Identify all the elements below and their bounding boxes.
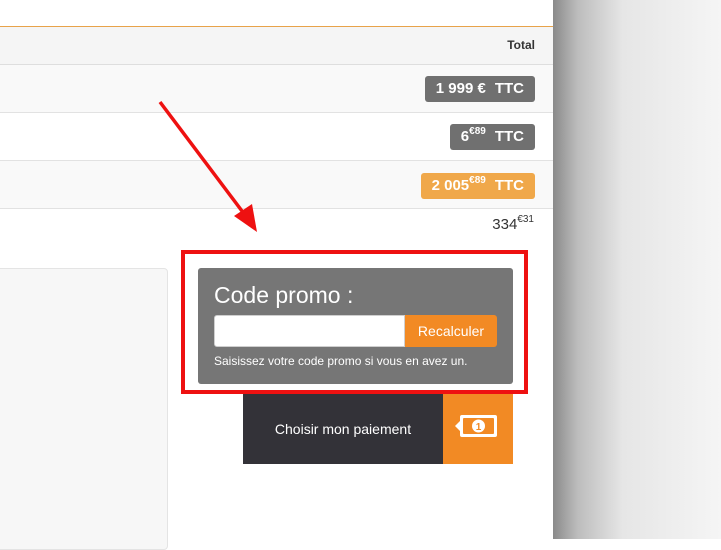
annotation-arrow [158, 100, 257, 232]
